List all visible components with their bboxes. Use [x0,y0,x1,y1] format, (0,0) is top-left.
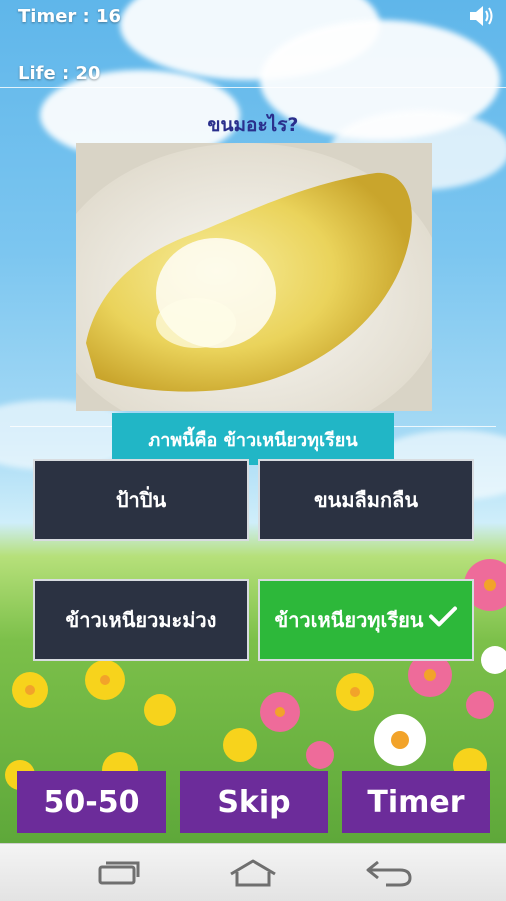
life-label: Life : 20 [18,63,101,84]
game-screen: Timer : 16 Life : 20 ขนมอะไร? ภาพนี้คือ … [0,0,506,843]
answer-label: ป้าปิ่น [115,487,167,512]
recent-apps-icon[interactable] [88,856,148,890]
answer-option-4-correct[interactable]: ข้าวเหนียวทุเรียน [258,579,474,661]
timer-button[interactable]: Timer [342,771,490,833]
answer-label: ขนมลืมกลืน [313,487,418,512]
timer-label: Timer : 16 [18,6,122,27]
answer-reveal-banner: ภาพนี้คือ ข้าวเหนียวทุเรียน [112,413,394,465]
system-nav-bar [0,843,506,901]
answer-label: ข้าวเหนียวทุเรียน [274,607,424,632]
header-divider [0,87,506,88]
speaker-icon[interactable] [468,4,496,32]
question-photo [76,143,432,411]
question-text: ขนมอะไร? [207,114,299,136]
skip-button[interactable]: Skip [180,771,328,833]
back-icon[interactable] [358,856,418,890]
answer-label: ข้าวเหนียวมะม่วง [65,607,217,632]
answer-option-2[interactable]: ขนมลืมกลืน [258,459,474,541]
answer-option-3[interactable]: ข้าวเหนียวมะม่วง [33,579,249,661]
check-icon [428,605,458,636]
answer-option-1[interactable]: ป้าปิ่น [33,459,249,541]
fifty-fifty-button[interactable]: 50-50 [17,771,166,833]
home-icon[interactable] [223,856,283,890]
